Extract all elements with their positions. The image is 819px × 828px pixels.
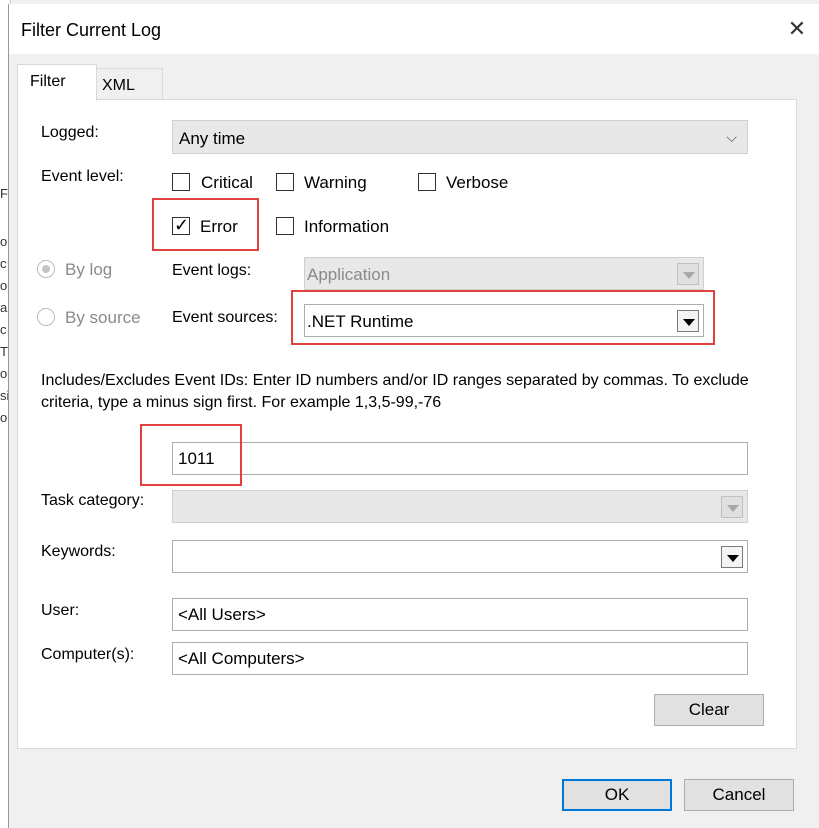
critical-checkbox[interactable] — [172, 173, 190, 191]
cancel-button[interactable]: Cancel — [684, 779, 794, 811]
title-bar: Filter Current Log ✕ — [9, 4, 819, 54]
warning-label: Warning — [304, 173, 367, 192]
event-level-label: Event level: — [41, 168, 124, 185]
dialog-title: Filter Current Log — [21, 20, 162, 40]
logged-value: Any time — [179, 129, 246, 148]
by-source-radio[interactable] — [37, 308, 55, 326]
by-log-radio[interactable] — [37, 260, 55, 278]
event-sources-label: Event sources: — [172, 309, 278, 326]
filter-dialog: Filter Current Log ✕ Filter XML Logged: … — [8, 4, 819, 828]
event-ids-help-text: Includes/Excludes Event IDs: Enter ID nu… — [41, 372, 749, 411]
tab-filter[interactable]: Filter — [17, 64, 97, 101]
background-text-fragment: a — [0, 300, 8, 315]
user-value: <All Users> — [178, 605, 266, 624]
background-text-fragment: T — [0, 344, 8, 359]
dropdown-arrow-icon — [721, 496, 743, 518]
warning-checkbox[interactable] — [276, 173, 294, 191]
radio-dot — [42, 265, 50, 273]
task-category-label: Task category: — [41, 492, 145, 509]
background-text-fragment: o — [0, 366, 8, 381]
background-text-fragment: c — [0, 322, 7, 337]
filter-panel: Logged: Any time ⌵ Event level: Critical… — [17, 99, 797, 749]
close-icon: ✕ — [787, 16, 807, 41]
logged-label: Logged: — [41, 124, 99, 141]
dropdown-arrow-icon — [677, 263, 699, 285]
highlight-error — [152, 198, 259, 251]
background-text-fragment: o — [0, 410, 8, 425]
background-text-fragment: c — [0, 256, 7, 271]
close-button[interactable]: ✕ — [782, 14, 812, 44]
event-logs-select[interactable]: Application — [304, 257, 704, 290]
computers-label: Computer(s): — [41, 646, 135, 663]
by-source-label: By source — [65, 308, 141, 327]
information-checkbox[interactable] — [276, 217, 294, 235]
tab-xml[interactable]: XML — [95, 68, 163, 100]
dropdown-arrow-icon[interactable] — [721, 546, 743, 568]
task-category-select[interactable] — [172, 490, 748, 523]
clear-button[interactable]: Clear — [654, 694, 764, 726]
computers-value: <All Computers> — [178, 649, 305, 668]
user-input[interactable]: <All Users> — [172, 598, 748, 631]
by-log-label: By log — [65, 260, 113, 279]
background-text-fragment: o — [0, 234, 8, 249]
information-label: Information — [304, 217, 390, 236]
keywords-select[interactable] — [172, 540, 748, 573]
critical-label: Critical — [201, 173, 253, 192]
verbose-label: Verbose — [446, 173, 509, 192]
event-logs-value: Application — [307, 265, 391, 284]
highlight-event-sources — [291, 290, 715, 345]
keywords-label: Keywords: — [41, 543, 116, 560]
logged-select[interactable]: Any time ⌵ — [172, 120, 748, 154]
event-logs-label: Event logs: — [172, 262, 252, 279]
tab-xml-label: XML — [102, 77, 135, 94]
highlight-event-ids — [140, 424, 242, 486]
computers-input[interactable]: <All Computers> — [172, 642, 748, 675]
event-ids-input[interactable]: 1011 — [172, 442, 748, 475]
tab-filter-label: Filter — [30, 73, 66, 90]
verbose-checkbox[interactable] — [418, 173, 436, 191]
user-label: User: — [41, 602, 80, 619]
ok-button[interactable]: OK — [562, 779, 672, 811]
chevron-down-icon: ⌵ — [726, 129, 737, 145]
